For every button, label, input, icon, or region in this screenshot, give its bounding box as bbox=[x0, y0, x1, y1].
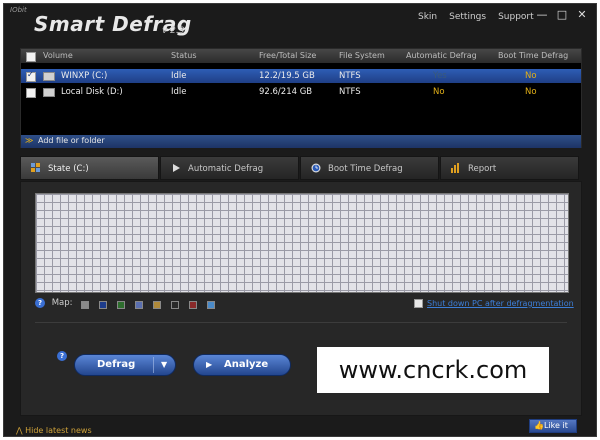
drive-d-size: 92.6/214 GB bbox=[259, 87, 313, 97]
defrag-button-label: Defrag bbox=[97, 359, 136, 370]
drive-d-filesystem: NTFS bbox=[339, 87, 361, 97]
minimize-button[interactable]: — bbox=[536, 8, 548, 21]
shutdown-checkbox[interactable] bbox=[414, 299, 423, 308]
add-file-bar[interactable]: ≫ Add file or folder bbox=[21, 135, 581, 148]
shutdown-label[interactable]: Shut down PC after defragmentation bbox=[427, 299, 574, 308]
drive-c-volume: WINXP (C:) bbox=[61, 71, 108, 81]
legend-square-1 bbox=[81, 301, 89, 309]
app-version: v 2.3 bbox=[162, 26, 185, 36]
analyze-button[interactable]: ▶ Analyze bbox=[193, 354, 291, 376]
bar-chart-icon bbox=[451, 163, 459, 173]
legend-square-4 bbox=[135, 301, 143, 309]
drive-row-d[interactable]: Local Disk (D:) Idle 92.6/214 GB NTFS No… bbox=[21, 85, 581, 99]
drive-c-boot-defrag[interactable]: No bbox=[525, 71, 537, 81]
top-menu: Skin Settings Support bbox=[418, 12, 534, 22]
watermark: www.cncrk.com bbox=[317, 347, 549, 393]
disk-cluster-map bbox=[35, 193, 569, 293]
drive-c-status: Idle bbox=[171, 71, 187, 81]
collapse-chevron-icon: ⋀ bbox=[16, 426, 23, 435]
legend-square-5 bbox=[153, 301, 161, 309]
brand-logo: IObit bbox=[10, 6, 27, 14]
shutdown-option[interactable]: Shut down PC after defragmentation bbox=[414, 299, 574, 308]
help-icon[interactable]: ? bbox=[35, 298, 45, 308]
drive-d-volume: Local Disk (D:) bbox=[61, 87, 123, 97]
column-volume[interactable]: Volume bbox=[43, 51, 73, 60]
drive-c-filesystem: NTFS bbox=[339, 71, 361, 81]
drive-row-c[interactable]: WINXP (C:) Idle 12.2/19.5 GB NTFS Yes No bbox=[21, 69, 581, 83]
map-legend: ? Map: bbox=[35, 298, 215, 309]
legend-square-3 bbox=[117, 301, 125, 309]
expand-chevron-icon: ≫ bbox=[25, 136, 34, 145]
drive-c-icon bbox=[43, 72, 55, 81]
tab-automatic-defrag-label: Automatic Defrag bbox=[188, 164, 264, 174]
tab-report-label: Report bbox=[468, 164, 497, 174]
tab-report[interactable]: Report bbox=[440, 156, 579, 180]
chevron-down-icon[interactable]: ▼ bbox=[161, 360, 167, 369]
maximize-button[interactable]: □ bbox=[556, 8, 568, 21]
like-button-label: Like it bbox=[544, 421, 568, 430]
legend-square-2 bbox=[99, 301, 107, 309]
defrag-button[interactable]: Defrag ▼ bbox=[74, 354, 176, 376]
defrag-help-icon[interactable]: ? bbox=[57, 351, 67, 361]
tab-state-label: State (C:) bbox=[48, 164, 89, 174]
close-button[interactable]: ✕ bbox=[576, 8, 588, 21]
drive-c-auto-defrag[interactable]: Yes bbox=[433, 71, 447, 81]
drive-c-size: 12.2/19.5 GB bbox=[259, 71, 315, 81]
drive-d-auto-defrag[interactable]: No bbox=[433, 87, 445, 97]
menu-support[interactable]: Support bbox=[498, 12, 534, 22]
drive-d-status: Idle bbox=[171, 87, 187, 97]
hide-news-label: Hide latest news bbox=[25, 426, 92, 435]
window-controls: — □ ✕ bbox=[536, 8, 588, 21]
play-arrow-icon: ▶ bbox=[206, 360, 213, 369]
clock-icon bbox=[311, 163, 321, 173]
legend-square-8 bbox=[207, 301, 215, 309]
legend-square-7 bbox=[189, 301, 197, 309]
column-filesystem[interactable]: File System bbox=[339, 51, 385, 60]
column-auto-defrag[interactable]: Automatic Defrag bbox=[406, 51, 477, 60]
defrag-button-separator bbox=[153, 357, 154, 373]
drive-c-checkbox[interactable] bbox=[26, 70, 36, 82]
column-size[interactable]: Free/Total Size bbox=[259, 51, 316, 60]
add-file-label: Add file or folder bbox=[38, 136, 105, 145]
tab-boot-time-defrag-label: Boot Time Defrag bbox=[328, 164, 403, 174]
menu-skin[interactable]: Skin bbox=[418, 12, 437, 22]
drive-state-icon bbox=[31, 163, 40, 172]
tab-boot-time-defrag[interactable]: Boot Time Defrag bbox=[300, 156, 439, 180]
analyze-button-label: Analyze bbox=[224, 359, 269, 370]
drive-list: Volume Status Free/Total Size File Syste… bbox=[20, 48, 582, 148]
hide-news-link[interactable]: ⋀ Hide latest news bbox=[16, 426, 92, 435]
tab-automatic-defrag[interactable]: Automatic Defrag bbox=[160, 156, 299, 180]
legend-square-6 bbox=[171, 301, 179, 309]
divider bbox=[35, 322, 567, 323]
drive-d-icon bbox=[43, 88, 55, 97]
select-all-checkbox[interactable] bbox=[26, 52, 36, 62]
like-button[interactable]: 👍 Like it bbox=[529, 419, 577, 433]
drive-d-checkbox[interactable] bbox=[26, 88, 36, 98]
play-arrow-icon bbox=[173, 164, 180, 172]
column-boot-defrag[interactable]: Boot Time Defrag bbox=[498, 51, 568, 60]
map-label: Map: bbox=[51, 298, 73, 308]
column-status[interactable]: Status bbox=[171, 51, 197, 60]
menu-settings[interactable]: Settings bbox=[449, 12, 486, 22]
tab-bar: State (C:) Automatic Defrag Boot Time De… bbox=[20, 156, 582, 180]
drive-d-boot-defrag[interactable]: No bbox=[525, 87, 537, 97]
thumbs-up-icon: 👍 bbox=[534, 421, 544, 430]
drive-list-header: Volume Status Free/Total Size File Syste… bbox=[21, 49, 581, 63]
tab-state[interactable]: State (C:) bbox=[20, 156, 159, 180]
